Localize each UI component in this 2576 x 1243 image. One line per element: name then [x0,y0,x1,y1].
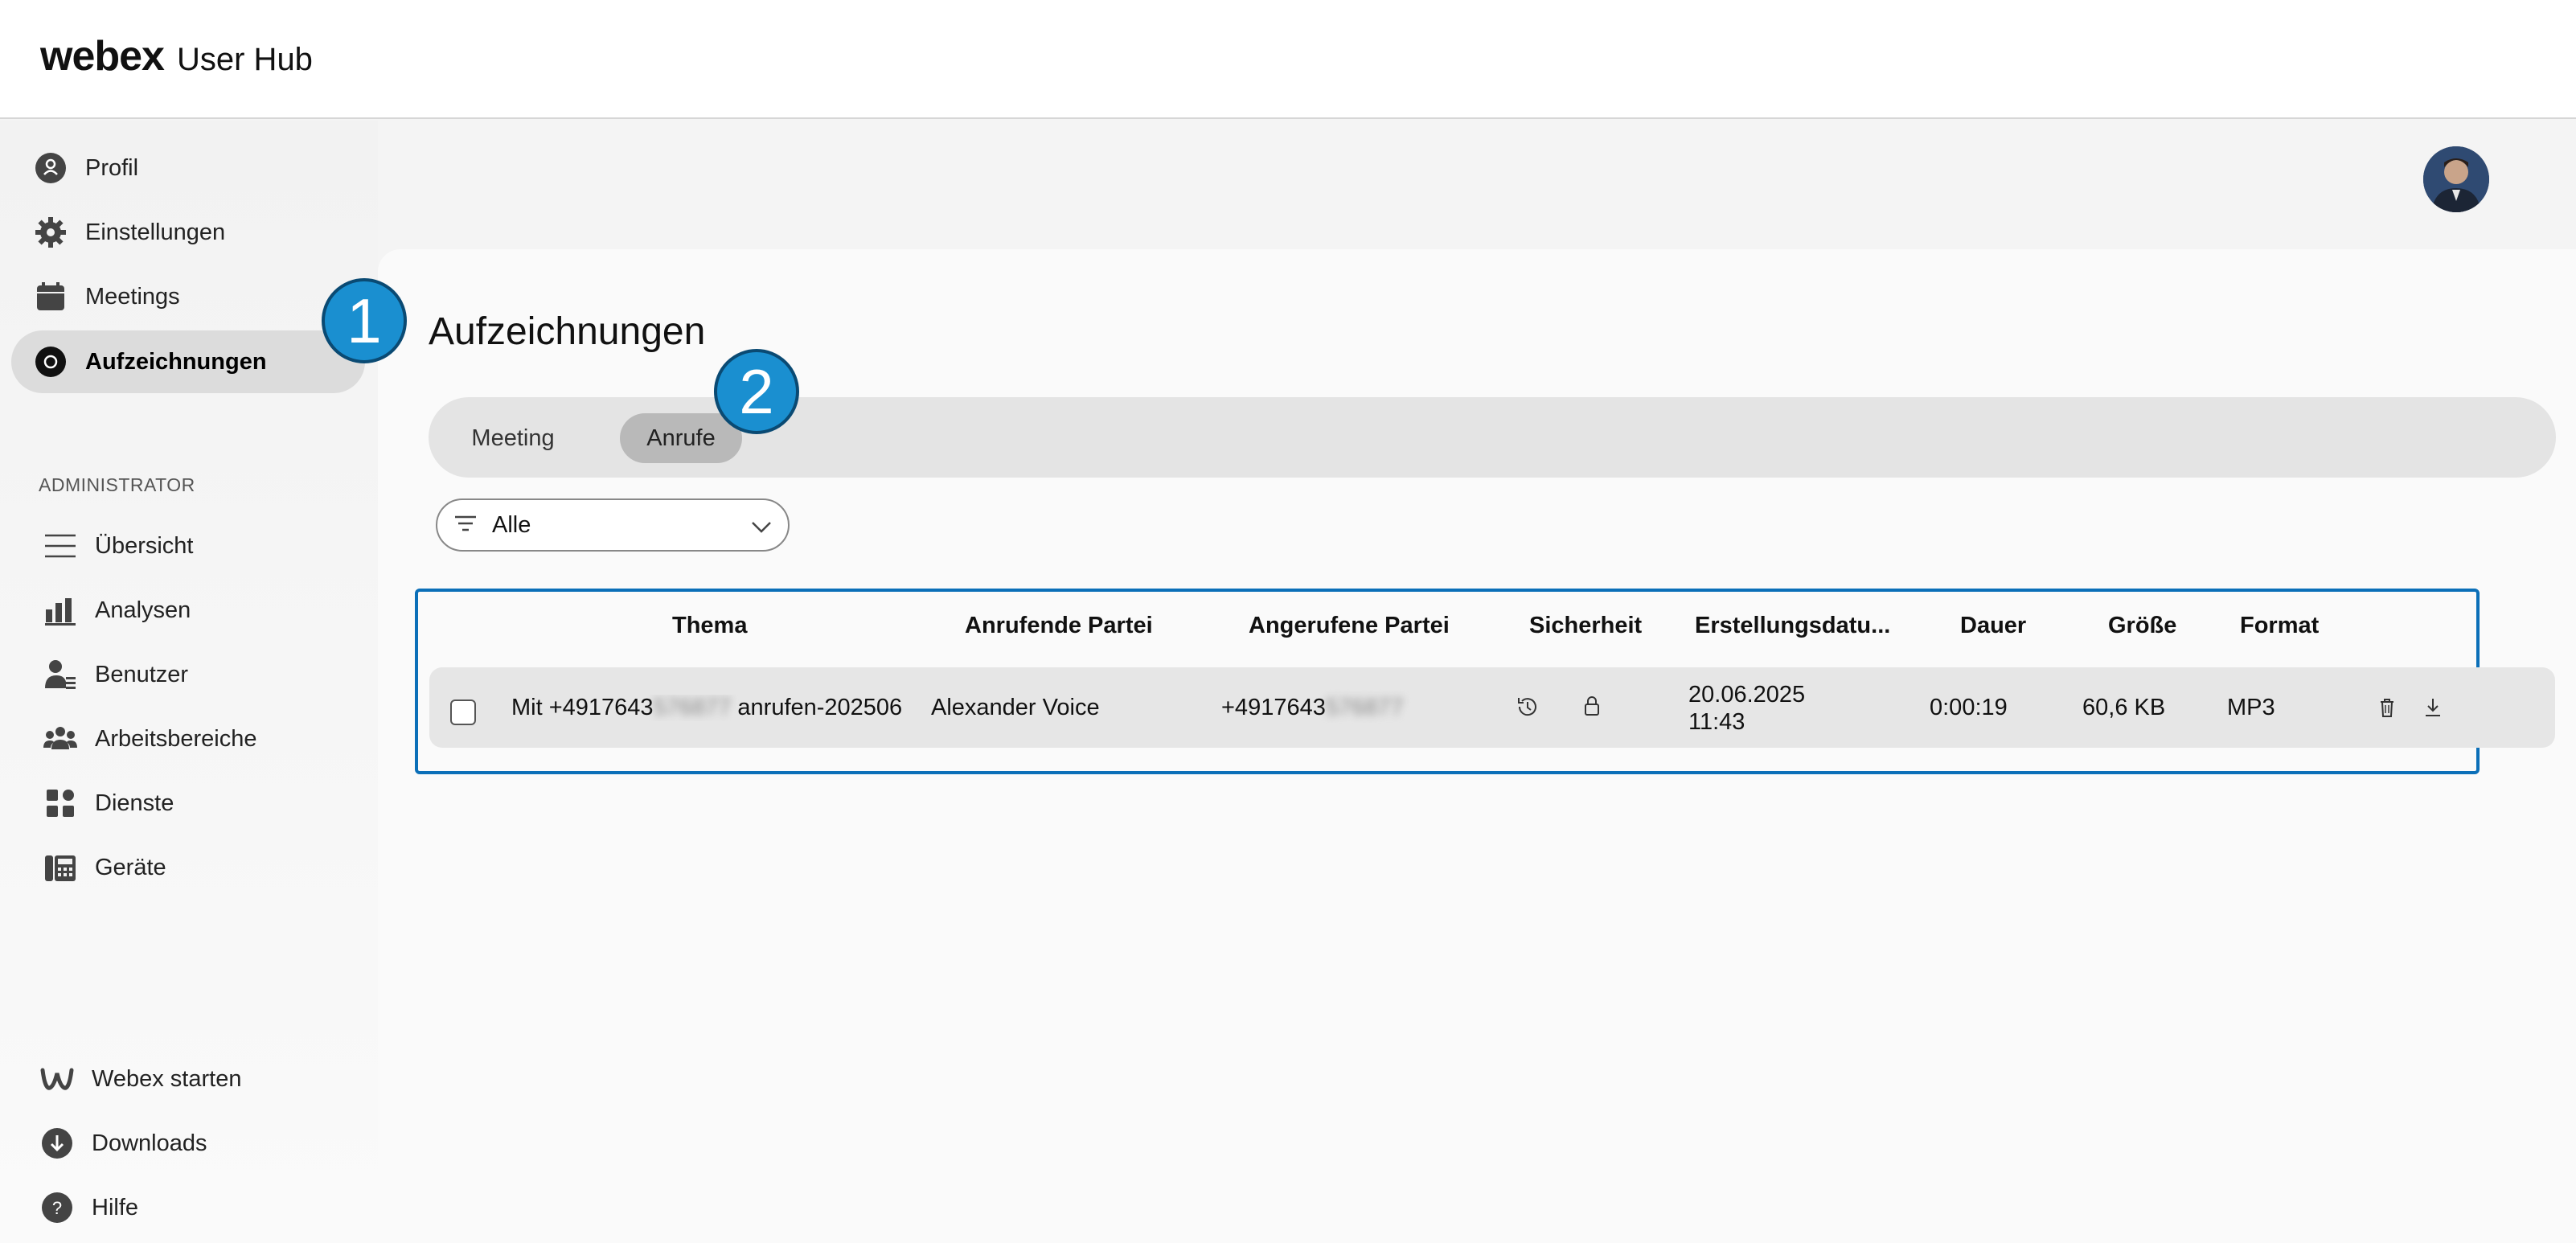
filter-dropdown[interactable]: Alle [436,498,790,552]
row-size: 60,6 KB [2082,695,2166,720]
sidebar-item-label: Hilfe [92,1194,139,1220]
retention-clock-icon[interactable] [1515,694,1540,720]
row-topic-suffix: anrufen-202506 [731,695,903,720]
sidebar-item-analysen[interactable]: Analysen [21,579,375,642]
admin-section-label: ADMINISTRATOR [39,474,195,495]
lock-icon[interactable] [1579,693,1605,719]
column-header-erstellungsdatum[interactable]: Erstellungsdatu... [1695,613,1890,639]
sidebar-item-hilfe[interactable]: ? Hilfe [18,1176,371,1239]
row-time: 11:43 [1688,709,1745,735]
bar-chart-icon [43,593,77,627]
column-header-thema[interactable]: Thema [672,613,747,639]
chevron-down-icon [749,515,773,539]
sidebar-item-label: Dienste [95,790,174,816]
menu-icon [43,529,77,563]
sidebar-item-label: Analysen [95,597,191,623]
sidebar-item-label: Meetings [85,283,180,310]
webex-logo[interactable]: webex User Hub [40,32,313,80]
row-format: MP3 [2227,695,2275,720]
column-header-angerufene-partei[interactable]: Angerufene Partei [1249,613,1450,639]
row-duration: 0:00:19 [1930,695,2008,720]
row-callee-redacted: 576877 [1325,695,1404,720]
row-topic: Mit +4917643576877 anrufen-202506 [511,695,913,721]
top-header: webex User Hub [0,0,2576,119]
sidebar-item-uebersicht[interactable]: Übersicht [21,515,375,577]
group-icon [43,722,77,756]
sidebar-item-einstellungen[interactable]: Einstellungen [11,201,365,264]
column-header-dauer[interactable]: Dauer [1960,613,2026,639]
help-icon: ? [40,1191,74,1225]
record-icon [34,345,68,379]
column-header-groesse[interactable]: Größe [2108,613,2176,639]
webex-logo-icon [40,1062,74,1096]
sidebar-item-label: Downloads [92,1130,207,1156]
sidebar-item-dienste[interactable]: Dienste [21,772,375,835]
brand-subtitle: User Hub [176,42,313,77]
filter-icon [453,511,478,539]
row-caller: Alexander Voice [931,695,1100,720]
sidebar-item-label: Übersicht [95,532,194,559]
sidebar-item-label: Profil [85,154,139,181]
sidebar-item-profil[interactable]: Profil [11,137,365,199]
row-date: 20.06.2025 [1688,682,1806,708]
sidebar-item-benutzer[interactable]: Benutzer [21,643,375,706]
row-checkbox[interactable] [450,699,476,725]
svg-text:?: ? [52,1198,62,1218]
row-callee-prefix: +4917643 [1221,695,1326,720]
sidebar-item-downloads[interactable]: Downloads [18,1112,371,1175]
sidebar-item-label: Benutzer [95,661,189,687]
column-header-sicherheit[interactable]: Sicherheit [1529,613,1642,639]
download-icon [40,1126,74,1160]
column-header-format[interactable]: Format [2240,613,2319,639]
trash-icon[interactable] [2374,695,2400,720]
sidebar-item-aufzeichnungen[interactable]: Aufzeichnungen [11,330,365,393]
tab-meeting[interactable]: Meeting [453,413,573,463]
sidebar-item-label: Arbeitsbereiche [95,725,257,752]
sidebar-item-label: Einstellungen [85,219,226,245]
row-topic-prefix: Mit +4917643 [511,695,654,720]
services-icon [43,786,77,820]
sidebar-item-webex-starten[interactable]: Webex starten [18,1048,371,1110]
callout-step-2: 2 [714,349,799,434]
avatar[interactable] [2423,146,2489,212]
sidebar-item-meetings[interactable]: Meetings [11,265,365,328]
callout-step-1: 1 [322,278,407,363]
brand-name: webex [40,33,165,80]
sidebar-item-label: Aufzeichnungen [85,348,267,375]
sidebar-item-geraete[interactable]: Geräte [21,836,375,899]
gear-icon [34,215,68,249]
user-list-icon [43,658,77,691]
sidebar-item-label: Webex starten [92,1065,242,1092]
sidebar-item-arbeitsbereiche[interactable]: Arbeitsbereiche [21,708,375,770]
row-callee: +4917643576877 [1221,695,1404,721]
sidebar-item-label: Geräte [95,854,166,880]
phone-icon [43,851,77,884]
user-icon [34,151,68,185]
row-topic-redacted: 576877 [653,695,732,720]
download-icon[interactable] [2420,695,2446,720]
page-title: Aufzeichnungen [429,310,706,353]
calendar-icon [34,280,68,314]
filter-selected-value: Alle [492,511,531,538]
tab-anrufe[interactable]: Anrufe [620,413,742,463]
column-header-anrufende-partei[interactable]: Anrufende Partei [965,613,1153,639]
